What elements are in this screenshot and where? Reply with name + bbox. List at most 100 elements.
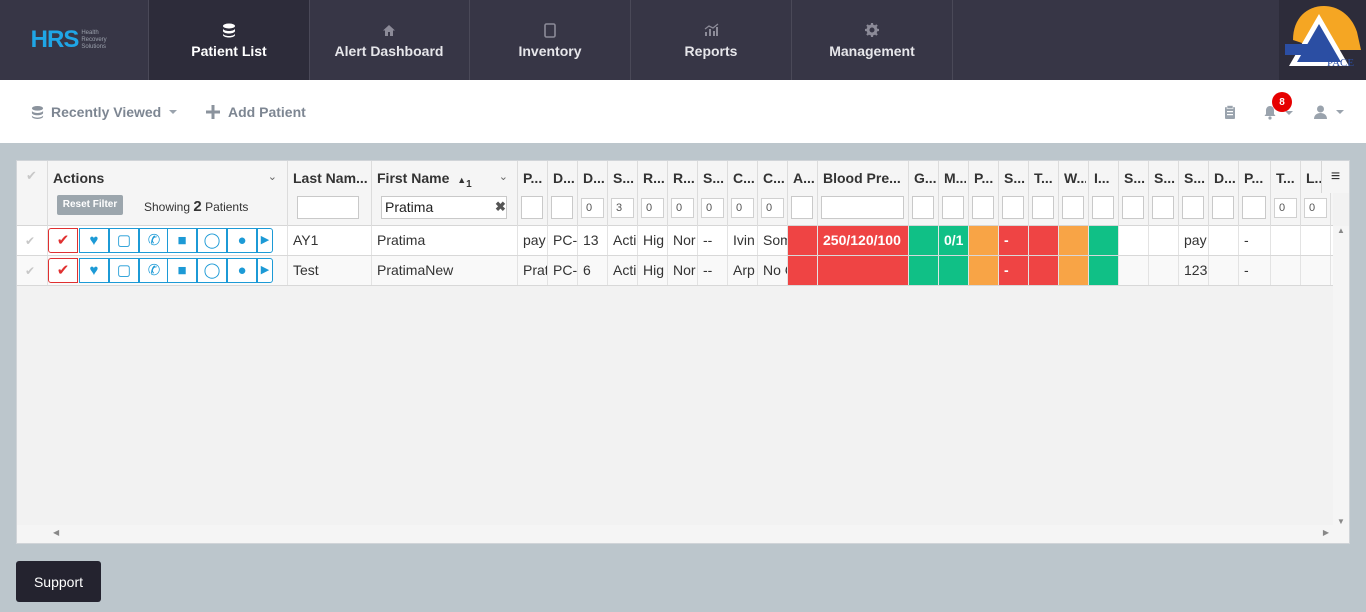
last-name-cell[interactable]: AY1 bbox=[288, 226, 372, 255]
column-filter-input[interactable] bbox=[1212, 196, 1234, 219]
column-header-c23[interactable]: P... bbox=[1239, 161, 1271, 226]
column-filter-input[interactable] bbox=[1122, 196, 1144, 219]
column-filter-select[interactable]: 0 bbox=[641, 198, 664, 218]
tab-inventory[interactable]: Inventory bbox=[470, 0, 631, 80]
support-button[interactable]: Support bbox=[16, 561, 101, 602]
video-button[interactable]: ■ bbox=[167, 228, 197, 253]
cell-c21[interactable]: pay bbox=[1179, 226, 1209, 255]
column-filter-input[interactable] bbox=[1152, 196, 1174, 219]
vitals-button[interactable]: ♥ bbox=[79, 258, 109, 283]
profile-button[interactable]: ● bbox=[227, 258, 257, 283]
cell-c8[interactable]: Arp bbox=[728, 256, 758, 285]
column-header-c18[interactable]: I... bbox=[1089, 161, 1119, 226]
table-row[interactable]: ✔ ✔ ♥ ▢ ✆ ■ ◯ ● ▶ Test PratimaNew Prat PC… bbox=[17, 256, 1333, 286]
column-header-c13[interactable]: M... bbox=[939, 161, 969, 226]
column-filter-input[interactable] bbox=[1002, 196, 1024, 219]
hrs-logo[interactable]: HRS Health Recovery Solutions bbox=[0, 0, 149, 80]
column-header-c21[interactable]: S... bbox=[1179, 161, 1209, 226]
column-header-c22[interactable]: D... bbox=[1209, 161, 1239, 226]
chat-button[interactable]: ◯ bbox=[197, 258, 227, 283]
cell-c25[interactable] bbox=[1301, 226, 1331, 255]
column-filter-input[interactable] bbox=[1242, 196, 1266, 219]
notes-button[interactable]: ▢ bbox=[109, 258, 139, 283]
cell-blood[interactable]: 250/120/100 bbox=[818, 226, 909, 255]
review-button[interactable]: ✔ bbox=[48, 228, 78, 253]
cell-c3[interactable]: 13 bbox=[578, 226, 608, 255]
call-button[interactable]: ✆ bbox=[139, 228, 169, 253]
add-patient-button[interactable]: Add Patient bbox=[206, 104, 306, 120]
last-name-column-header[interactable]: Last Nam... bbox=[288, 161, 372, 226]
column-header-c3[interactable]: D... 0 bbox=[578, 161, 608, 226]
more-button[interactable]: ▶ bbox=[257, 228, 273, 253]
column-header-c1[interactable]: P... bbox=[518, 161, 548, 226]
first-name-cell[interactable]: PratimaNew bbox=[372, 256, 518, 285]
vitals-button[interactable]: ♥ bbox=[79, 228, 109, 253]
column-header-blood[interactable]: Blood Pre... bbox=[818, 161, 909, 226]
column-filter-input[interactable] bbox=[1092, 196, 1114, 219]
cell-c19[interactable] bbox=[1119, 256, 1149, 285]
cell-c2[interactable]: PC- bbox=[548, 226, 578, 255]
cell-blood[interactable] bbox=[818, 256, 909, 285]
column-filter-input[interactable] bbox=[972, 196, 994, 219]
cell-c17[interactable] bbox=[1059, 256, 1089, 285]
reset-filter-button[interactable]: Reset Filter bbox=[57, 195, 123, 215]
call-button[interactable]: ✆ bbox=[139, 258, 169, 283]
column-header-c24[interactable]: T... 0 bbox=[1271, 161, 1301, 226]
cell-c12[interactable] bbox=[909, 226, 939, 255]
cell-c13[interactable]: 0/1 bbox=[939, 226, 969, 255]
column-header-c6[interactable]: R... 0 bbox=[668, 161, 698, 226]
column-filter-select[interactable]: 0 bbox=[701, 198, 724, 218]
cell-c23[interactable]: - bbox=[1239, 256, 1271, 285]
chat-button[interactable]: ◯ bbox=[197, 228, 227, 253]
cell-c15[interactable]: - bbox=[999, 226, 1029, 255]
cell-c6[interactable]: Nor bbox=[668, 226, 698, 255]
clear-filter-icon[interactable]: ✖ bbox=[495, 199, 506, 215]
cell-c19[interactable] bbox=[1119, 226, 1149, 255]
cell-c5[interactable]: Hig bbox=[638, 226, 668, 255]
cell-c18[interactable] bbox=[1089, 226, 1119, 255]
column-filter-input[interactable] bbox=[1182, 196, 1204, 219]
column-header-c10[interactable]: A... bbox=[788, 161, 818, 226]
column-filter-select[interactable]: 3 bbox=[611, 198, 634, 218]
cell-c9[interactable]: Som bbox=[758, 226, 788, 255]
cell-c14[interactable] bbox=[969, 256, 999, 285]
first-name-column-header[interactable]: First Name ▲1 ⌄ Pratima ✖ bbox=[372, 161, 518, 226]
column-filter-select[interactable]: 0 bbox=[671, 198, 694, 218]
tab-patient-list[interactable]: Patient List bbox=[149, 0, 310, 80]
column-header-c5[interactable]: R... 0 bbox=[638, 161, 668, 226]
last-name-cell[interactable]: Test bbox=[288, 256, 372, 285]
cell-c8[interactable]: Ivin bbox=[728, 226, 758, 255]
column-filter-input[interactable] bbox=[821, 196, 904, 219]
cell-c24[interactable] bbox=[1271, 256, 1301, 285]
table-row[interactable]: ✔ ✔ ♥ ▢ ✆ ■ ◯ ● ▶ AY1 Pratima pay PC- 13 Ac… bbox=[17, 226, 1333, 256]
column-filter-select[interactable]: 0 bbox=[581, 198, 604, 218]
cell-c7[interactable]: -- bbox=[698, 256, 728, 285]
column-header-c19[interactable]: S... bbox=[1119, 161, 1149, 226]
column-header-c2[interactable]: D... bbox=[548, 161, 578, 226]
notes-button[interactable]: ▢ bbox=[109, 228, 139, 253]
cell-c20[interactable] bbox=[1149, 256, 1179, 285]
column-header-c9[interactable]: C... 0 bbox=[758, 161, 788, 226]
clipboard-button[interactable] bbox=[1224, 105, 1236, 120]
column-filter-select[interactable]: 0 bbox=[761, 198, 784, 218]
column-menu-button[interactable]: ≡ bbox=[1321, 161, 1349, 193]
column-header-c4[interactable]: S... 3 bbox=[608, 161, 638, 226]
column-header-c14[interactable]: P... bbox=[969, 161, 999, 226]
last-name-filter-input[interactable] bbox=[297, 196, 359, 219]
cell-c1[interactable]: Prat bbox=[518, 256, 548, 285]
cell-c10[interactable] bbox=[788, 256, 818, 285]
first-name-filter-input[interactable]: Pratima bbox=[381, 196, 507, 219]
column-filter-input[interactable] bbox=[551, 196, 573, 219]
tab-alert-dashboard[interactable]: Alert Dashboard bbox=[309, 0, 470, 80]
cell-c15[interactable]: - bbox=[999, 256, 1029, 285]
column-header-c12[interactable]: G... bbox=[909, 161, 939, 226]
cell-c13[interactable] bbox=[939, 256, 969, 285]
recently-viewed-dropdown[interactable]: Recently Viewed bbox=[31, 104, 178, 120]
cell-c16[interactable] bbox=[1029, 256, 1059, 285]
column-header-c8[interactable]: C... 0 bbox=[728, 161, 758, 226]
cell-c2[interactable]: PC- bbox=[548, 256, 578, 285]
row-select[interactable]: ✔ bbox=[17, 226, 48, 255]
profile-button[interactable]: ● bbox=[227, 228, 257, 253]
cell-c21[interactable]: 123 bbox=[1179, 256, 1209, 285]
cell-c18[interactable] bbox=[1089, 256, 1119, 285]
